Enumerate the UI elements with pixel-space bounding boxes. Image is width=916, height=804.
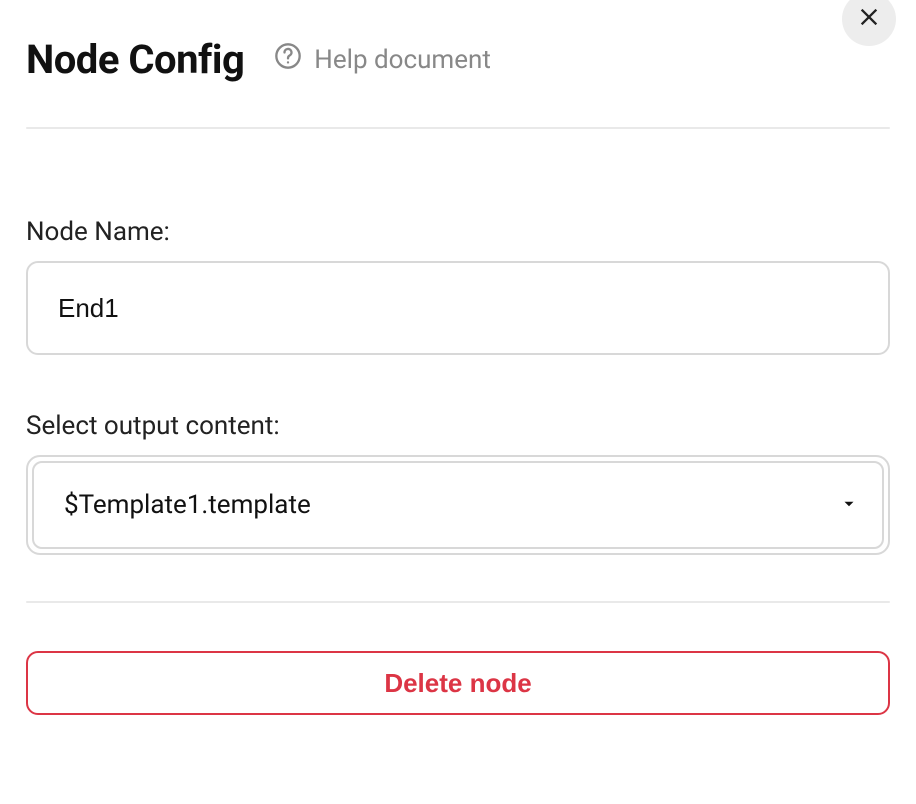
node-name-group: Node Name: [0,217,916,355]
select-output-label: Select output content: [26,411,890,441]
chevron-down-icon [840,490,858,520]
node-config-panel: Node Config Help document Node Name: Sel… [0,0,916,804]
node-name-input[interactable] [26,261,890,355]
divider [26,601,890,603]
close-icon [858,6,880,32]
select-output-wrapper: $Template1.template [26,455,890,555]
select-output-dropdown[interactable]: $Template1.template [32,461,884,549]
panel-header: Node Config Help document [0,0,916,83]
delete-node-button[interactable]: Delete node [26,651,890,715]
node-name-label: Node Name: [26,217,890,247]
help-icon [274,42,302,77]
select-output-value: $Template1.template [64,490,311,520]
select-output-group: Select output content: $Template1.templa… [0,411,916,555]
divider [26,127,890,129]
delete-node-label: Delete node [384,668,531,699]
help-document-label: Help document [314,45,491,75]
panel-title: Node Config [26,36,244,83]
help-document-link[interactable]: Help document [274,42,491,77]
